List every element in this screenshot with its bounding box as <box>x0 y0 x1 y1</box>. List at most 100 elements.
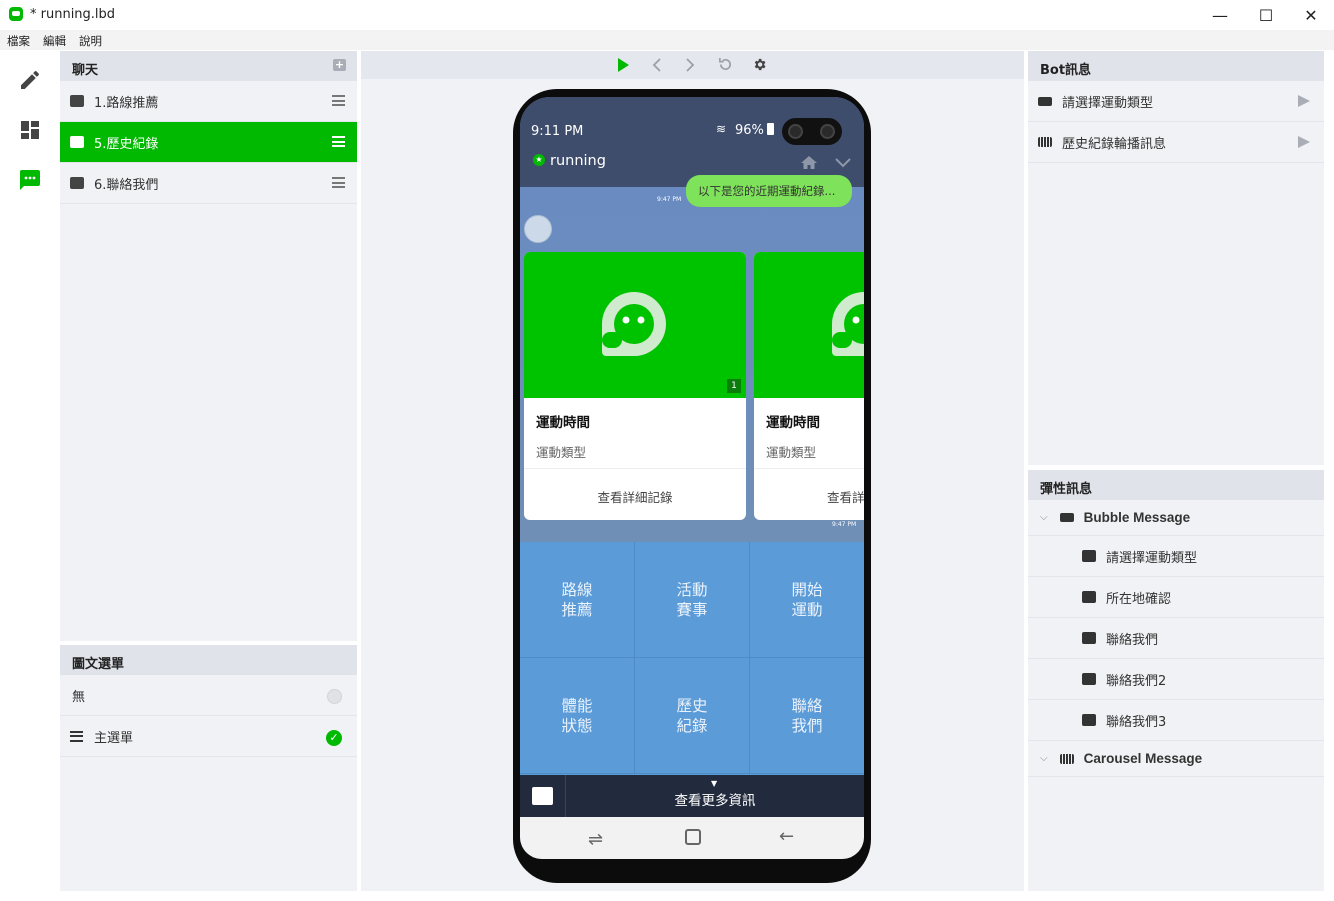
back-button-icon[interactable]: ← <box>779 826 794 847</box>
back-arrow-icon[interactable] <box>651 58 663 72</box>
chevron-down-icon[interactable]: ⌵ <box>1040 753 1048 764</box>
app-logo-icon <box>602 292 666 356</box>
flex-item[interactable]: 聯絡我們2 <box>1028 659 1324 700</box>
edit-pencil-icon[interactable] <box>18 68 42 92</box>
chat-item-route[interactable]: 1.路線推薦 <box>60 81 357 122</box>
bot-avatar <box>524 215 552 243</box>
flex-item-icon <box>1082 632 1096 644</box>
chat-item-contact[interactable]: 6.聯絡我們 <box>60 163 357 204</box>
richmenu-area[interactable]: 路線 推薦 <box>520 542 635 658</box>
menu-edit[interactable]: 編輯 <box>43 33 66 49</box>
richmenu-area[interactable]: 聯絡 我們 <box>750 658 864 774</box>
official-star-icon: ★ <box>533 154 545 166</box>
send-icon[interactable] <box>1298 136 1310 148</box>
radio-unselected-icon[interactable] <box>327 689 342 704</box>
carousel-message-icon <box>1059 753 1074 764</box>
card-title: 運動時間 <box>536 415 590 431</box>
richmenu-label: 活動 <box>676 580 708 599</box>
app-logo-icon <box>832 292 864 356</box>
maximize-button[interactable]: ☐ <box>1243 0 1289 30</box>
app-logo-icon <box>9 7 23 21</box>
flex-group-carousel[interactable]: ⌵ Carousel Message <box>1028 741 1324 777</box>
richmenu-area[interactable]: 歷史 紀錄 <box>635 658 750 774</box>
bot-messages-panel: Bot訊息 請選擇運動類型 歷史紀錄輪播訊息 <box>1028 51 1324 465</box>
flex-item[interactable]: 請選擇運動類型 <box>1028 536 1324 577</box>
richmenu-item-main[interactable]: 主選單 ✓ <box>60 716 357 757</box>
add-chat-icon[interactable]: + <box>333 59 346 71</box>
check-selected-icon[interactable]: ✓ <box>326 730 342 746</box>
chat-item-history[interactable]: 5.歷史紀錄 <box>60 122 357 163</box>
richmenu-panel: 圖文選單 無 主選單 ✓ <box>60 645 357 891</box>
richmenu-label: 紀錄 <box>676 716 708 735</box>
richmenu-item-label: 無 <box>72 689 86 705</box>
richmenu-label: 路線 <box>561 580 593 599</box>
richmenu-label: 狀態 <box>561 716 593 735</box>
carousel-card: 1 運動時間 運動類型 查看詳細記錄 <box>524 252 746 520</box>
home-button-icon[interactable] <box>685 829 701 845</box>
dashboard-icon[interactable] <box>18 118 42 142</box>
chat-name: running <box>550 153 606 169</box>
preview-toolbar <box>361 51 1024 79</box>
list-menu-icon[interactable] <box>332 136 345 147</box>
chat-item-label: 6.聯絡我們 <box>94 177 159 193</box>
forward-arrow-icon[interactable] <box>684 58 696 72</box>
richmenu-item-none[interactable]: 無 <box>60 675 357 716</box>
chat-item-label: 1.路線推薦 <box>94 95 159 111</box>
flex-group-label: Carousel Message <box>1083 751 1203 766</box>
flex-item-label: 聯絡我們2 <box>1106 673 1167 689</box>
richmenu-panel-header: 圖文選單 <box>60 645 357 675</box>
minimize-button[interactable]: — <box>1197 0 1243 30</box>
card-action-button[interactable]: 查看詳細記錄 <box>524 487 746 506</box>
play-icon[interactable] <box>616 57 630 73</box>
close-button[interactable]: ✕ <box>1288 0 1334 30</box>
message-time: 9:47 PM <box>657 196 682 203</box>
message-icon <box>70 95 84 107</box>
card-action-button[interactable]: 查看詳細記錄 <box>827 487 864 506</box>
flex-panel-header: 彈性訊息 <box>1028 470 1324 500</box>
camera-cutout <box>782 118 842 145</box>
battery-icon <box>767 123 774 135</box>
rich-menu: 路線 推薦 活動 賽事 開始 運動 體能 狀態 歷史 紀錄 聯絡 我們 <box>520 542 864 775</box>
list-menu-icon[interactable] <box>332 95 345 106</box>
chevron-down-icon[interactable]: ⌵ <box>1040 512 1048 523</box>
card-badge: 1 <box>727 379 741 393</box>
triangle-down-icon: ▼ <box>711 779 718 788</box>
chat-bubble-icon[interactable] <box>18 168 42 192</box>
bot-message-item[interactable]: 請選擇運動類型 <box>1028 81 1324 122</box>
flex-item[interactable]: 聯絡我們3 <box>1028 700 1324 741</box>
richmenu-area[interactable]: 開始 運動 <box>750 542 864 658</box>
list-menu-icon[interactable] <box>332 177 345 188</box>
flex-item-icon <box>1082 591 1096 603</box>
richmenu-label: 運動 <box>791 600 823 619</box>
android-nav-bar: ⇌ ← <box>520 817 864 859</box>
chat-area: 以下是您的近期運動紀錄... 9:47 PM 1 運動時間 運動類型 查看詳細記… <box>520 175 864 542</box>
send-icon[interactable] <box>1298 95 1310 107</box>
menu-file[interactable]: 檔案 <box>7 33 30 49</box>
card-title: 運動時間 <box>766 415 820 431</box>
flex-messages-panel: 彈性訊息 ⌵ Bubble Message 請選擇運動類型 所在地確認 聯絡我們… <box>1028 470 1324 891</box>
richmenu-label: 我們 <box>791 716 823 735</box>
card-hero-image: 1 <box>524 252 746 398</box>
flex-group-bubble[interactable]: ⌵ Bubble Message <box>1028 500 1324 536</box>
richmenu-area[interactable]: 活動 賽事 <box>635 542 750 658</box>
richmenu-bar: ▼ 查看更多資訊 <box>520 775 864 817</box>
chevron-down-icon[interactable] <box>834 157 852 169</box>
menu-help[interactable]: 說明 <box>79 33 102 49</box>
richmenu-label: 聯絡 <box>791 696 823 715</box>
home-icon[interactable] <box>800 155 818 170</box>
richmenu-label: 賽事 <box>676 600 708 619</box>
flex-item-label: 請選擇運動類型 <box>1106 550 1198 566</box>
reset-icon[interactable] <box>718 57 733 72</box>
flex-item[interactable]: 聯絡我們 <box>1028 618 1324 659</box>
flex-group-label: Bubble Message <box>1083 510 1191 525</box>
flex-item[interactable]: 所在地確認 <box>1028 577 1324 618</box>
card-subtitle: 運動類型 <box>536 445 587 460</box>
settings-gear-icon[interactable] <box>752 57 767 72</box>
richmenu-area[interactable]: 體能 狀態 <box>520 658 635 774</box>
bot-message-item[interactable]: 歷史紀錄輪播訊息 <box>1028 122 1324 163</box>
recent-apps-icon[interactable]: ⇌ <box>588 829 603 850</box>
phone-screen: 9:11 PM ≋ 96% ★ running 以下是您的近期運動紀錄... 9… <box>520 97 864 859</box>
richmenu-bar-label[interactable]: 查看更多資訊 <box>520 789 864 809</box>
message-time: 9:47 PM <box>832 521 857 528</box>
card-divider <box>524 468 746 469</box>
